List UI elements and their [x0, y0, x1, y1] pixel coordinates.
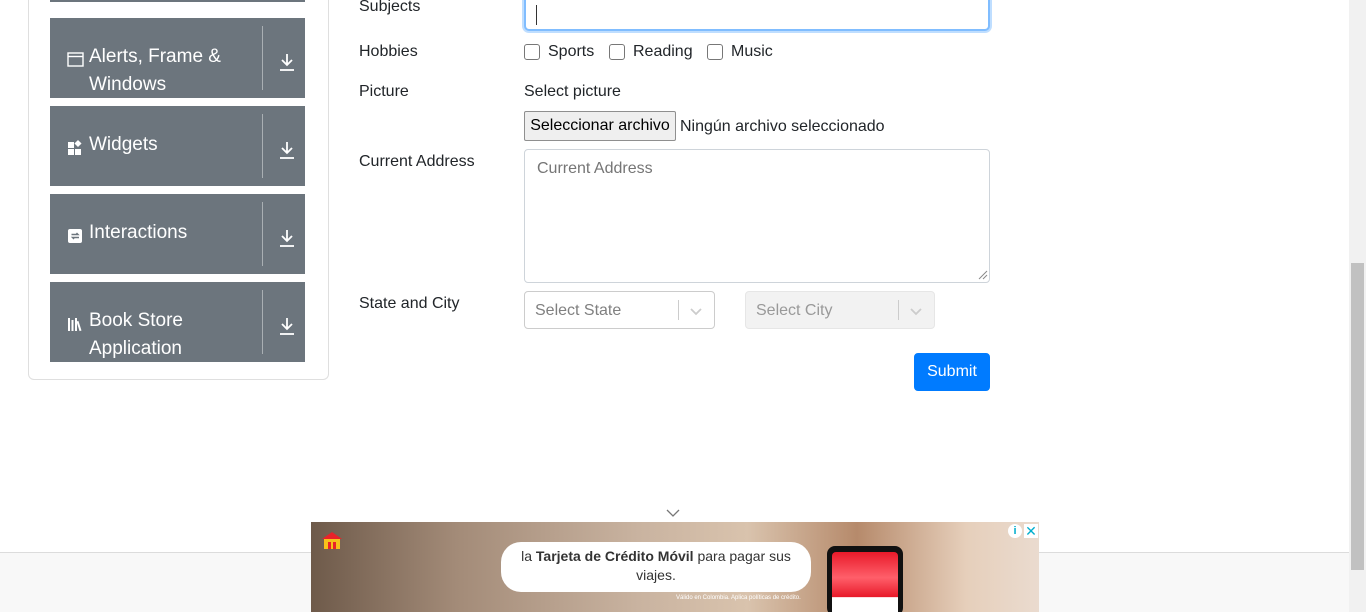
- hobby-reading-checkbox[interactable]: Reading: [609, 43, 693, 61]
- bank-logo-icon: [322, 532, 342, 549]
- hobby-sports-checkbox[interactable]: Sports: [524, 43, 594, 61]
- city-placeholder: Select City: [756, 302, 833, 319]
- divider: [262, 26, 263, 90]
- ad-message: la Tarjeta de Crédito Móvil para pagar s…: [501, 542, 811, 592]
- phone-image: [827, 546, 903, 612]
- current-address-label: Current Address: [359, 153, 475, 170]
- widgets-icon: [68, 139, 82, 155]
- chevron-down-icon[interactable]: [666, 508, 680, 518]
- ad-close-icon[interactable]: ✕: [1024, 524, 1038, 538]
- picture-label: Picture: [359, 83, 409, 100]
- hobby-label: Music: [731, 43, 773, 60]
- file-status-text: Ningún archivo seleccionado: [680, 118, 885, 135]
- hobby-label: Sports: [548, 43, 595, 60]
- checkbox[interactable]: [609, 44, 625, 60]
- download-icon[interactable]: [278, 140, 296, 160]
- download-icon[interactable]: [278, 52, 296, 72]
- book-store-icon: [68, 318, 82, 332]
- select-picture-label: Select picture: [524, 83, 621, 100]
- city-select[interactable]: Select City: [745, 291, 935, 329]
- text-caret: [536, 5, 537, 25]
- subjects-label: Subjects: [359, 0, 421, 15]
- hobbies-label: Hobbies: [359, 43, 418, 60]
- sidebar-group-label: Application: [89, 338, 182, 359]
- hobby-label: Reading: [633, 43, 693, 60]
- ad-info-icon[interactable]: i: [1008, 524, 1022, 538]
- sidebar-group-label: Book Store: [89, 310, 183, 331]
- download-icon[interactable]: [278, 228, 296, 248]
- ad-fine-print: Válido en Colombia. Aplica políticas de …: [676, 595, 801, 601]
- interactions-icon: [68, 229, 82, 243]
- sidebar-group-divider: [50, 0, 305, 2]
- page: Alerts, Frame & Windows Widgets Interact…: [0, 0, 1366, 612]
- ad-text: la: [521, 548, 536, 564]
- state-select[interactable]: Select State: [524, 291, 715, 329]
- download-icon[interactable]: [278, 316, 296, 336]
- chevron-down-icon[interactable]: [909, 304, 923, 318]
- ad-text-bold: Tarjeta de Crédito Móvil: [535, 548, 694, 564]
- checkbox[interactable]: [524, 44, 540, 60]
- hobby-music-checkbox[interactable]: Music: [707, 43, 773, 61]
- sidebar-group-label: Widgets: [89, 134, 158, 155]
- divider: [262, 114, 263, 178]
- subjects-input[interactable]: [524, 0, 990, 31]
- checkbox[interactable]: [707, 44, 723, 60]
- sidebar-group-widgets[interactable]: Widgets: [50, 106, 305, 186]
- sidebar-group-label: Windows: [89, 74, 167, 95]
- scrollbar-thumb[interactable]: [1351, 263, 1364, 570]
- sidebar-group-alerts-frame-windows[interactable]: Alerts, Frame & Windows: [50, 18, 305, 98]
- current-address-textarea[interactable]: [524, 149, 990, 283]
- phone-screen: [832, 552, 898, 612]
- window-icon: [67, 52, 84, 67]
- sidebar-group-label: Interactions: [89, 222, 188, 243]
- ad-banner[interactable]: la Tarjeta de Crédito Móvil para pagar s…: [311, 522, 1039, 612]
- select-separator: [678, 300, 679, 320]
- resize-grip-icon[interactable]: [978, 270, 988, 280]
- file-upload-button[interactable]: Seleccionar archivo: [524, 111, 676, 141]
- divider: [262, 290, 263, 354]
- submit-button[interactable]: Submit: [914, 353, 990, 391]
- state-city-label: State and City: [359, 295, 460, 312]
- sidebar-group-label: Alerts, Frame &: [89, 46, 221, 67]
- state-placeholder: Select State: [535, 302, 622, 319]
- sidebar-group-interactions[interactable]: Interactions: [50, 194, 305, 274]
- sidebar-group-book-store[interactable]: Book Store Application: [50, 282, 305, 362]
- chevron-down-icon[interactable]: [689, 304, 703, 318]
- select-separator: [898, 300, 899, 320]
- divider: [262, 202, 263, 266]
